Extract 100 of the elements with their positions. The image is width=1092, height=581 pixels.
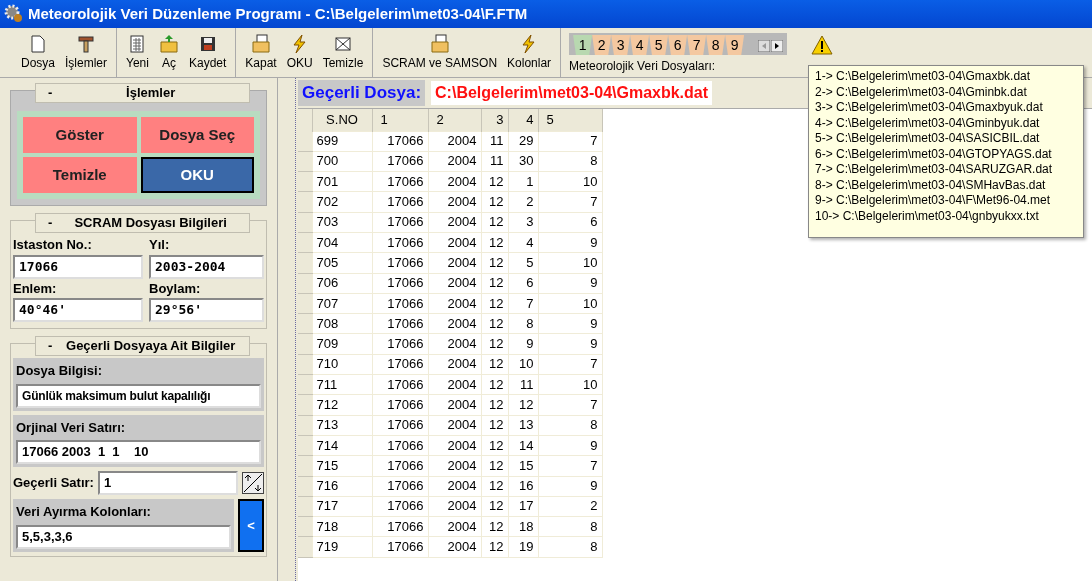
table-cell: 12 (481, 273, 508, 294)
table-cell: 6 (538, 212, 602, 233)
table-cell: 12 (481, 455, 508, 477)
input-field[interactable]: 1 (97, 471, 238, 495)
file-tab[interactable]: 6 (668, 35, 688, 55)
file-tab[interactable]: 3 (611, 35, 631, 55)
scroll-right-icon[interactable] (771, 40, 784, 52)
table-cell: 17066 (372, 252, 428, 274)
table-cell: 2004 (428, 415, 481, 436)
table-cell: 17066 (372, 536, 428, 558)
table-cell: 6 (508, 273, 538, 294)
file-tab[interactable]: 2 (592, 35, 612, 55)
file-tab[interactable]: 1 (573, 35, 593, 55)
table-cell: 712 (312, 394, 372, 416)
current-file-label: Geçerli Dosya: (298, 80, 426, 106)
input-field[interactable]: 29°56' (149, 298, 264, 322)
collapse-toggle[interactable]: - (48, 336, 53, 356)
table-cell: 9 (538, 476, 602, 497)
collapse-toggle[interactable]: - (48, 83, 53, 103)
file-tab[interactable]: 9 (725, 35, 745, 55)
table-cell: 2 (508, 191, 538, 213)
field-label: Veri Ayırma Kolonları: (16, 503, 152, 521)
column-header[interactable]: S.NO (312, 109, 372, 131)
table-cell: 714 (312, 435, 372, 456)
input-field[interactable]: 17066 2003 1 1 10 (16, 440, 261, 464)
table-cell: 701 (312, 171, 372, 192)
table-cell: 2004 (428, 536, 481, 558)
toolbar-button[interactable]: İşlemler (60, 28, 113, 77)
table-cell: 703 (312, 212, 372, 233)
toolbar-button[interactable]: SCRAM ve SAMSON (377, 28, 503, 77)
column-header[interactable]: 2 (428, 109, 481, 131)
table-cell: 710 (312, 354, 372, 375)
toolbar-button[interactable]: Kaydet (183, 28, 232, 77)
window-title: Meteorolojik Veri Düzenleme Programı - C:\Belgelerim\met03-04\F.FTM (28, 3, 528, 24)
file-tab[interactable]: 4 (630, 35, 650, 55)
file-tab[interactable]: 7 (687, 35, 707, 55)
action-button[interactable]: OKU (140, 157, 254, 193)
table-cell: 12 (481, 232, 508, 253)
warning-icon[interactable] (811, 35, 834, 55)
tooltip-line: 9-> C:\Belgelerim\met03-04\F\Met96-04.met (815, 193, 1052, 209)
toolbar-button[interactable]: Dosya (16, 28, 60, 77)
table-cell: 9 (538, 333, 602, 355)
action-button[interactable]: Temizle (23, 157, 137, 193)
table-cell: 12 (481, 516, 508, 537)
table-cell: 10 (538, 374, 602, 395)
table-cell: 2004 (428, 455, 481, 477)
table-cell: 29 (508, 131, 538, 152)
open-folder-icon (158, 33, 179, 54)
input-field[interactable]: 5,5,3,3,6 (16, 524, 231, 549)
table-cell: 2004 (428, 191, 481, 213)
input-field[interactable]: 40°46' (13, 298, 143, 322)
tooltip-line: 2-> C:\Belgelerim\met03-04\Gminbk.dat (815, 84, 1028, 100)
table-cell: 700 (312, 151, 372, 172)
column-header[interactable]: 3 (481, 109, 508, 131)
column-header[interactable]: 4 (508, 109, 538, 131)
input-field[interactable]: 2003-2004 (149, 254, 264, 279)
field-label: Orjinal Veri Satırı: (16, 418, 127, 437)
file-tabs-caption: Meteorolojik Veri Dosyaları: (569, 58, 717, 75)
apply-button[interactable]: < (238, 499, 264, 552)
group-header[interactable]: - SCRAM Dosyası Bilgileri (35, 213, 250, 233)
input-field[interactable]: 17066 (13, 254, 143, 279)
table-cell: 718 (312, 516, 372, 537)
column-header[interactable]: 5 (538, 109, 602, 131)
table-cell: 707 (312, 293, 372, 314)
table-cell: 10 (538, 293, 602, 314)
toolbar-button[interactable]: Kolonlar (502, 28, 557, 77)
toolbar-button[interactable]: Yeni (121, 28, 154, 77)
table-cell: 5 (508, 252, 538, 274)
table-cell: 716 (312, 476, 372, 497)
table-cell: 10 (538, 171, 602, 192)
table-cell: 17066 (372, 191, 428, 213)
toolbar-button[interactable]: Temizle (317, 28, 369, 77)
toolbar-button[interactable]: Kapat (240, 28, 282, 77)
table-cell: 3 (508, 212, 538, 233)
group-header[interactable]: - Geçerli Dosyaya Ait Bilgiler (35, 336, 250, 356)
field-label: Geçerli Satır: (13, 474, 94, 493)
table-cell: 2004 (428, 212, 481, 233)
tooltip-line: 3-> C:\Belgelerim\met03-04\Gmaxbyuk.dat (815, 100, 1044, 116)
table-cell: 17066 (372, 374, 428, 395)
sort-arrows-icon[interactable] (242, 472, 264, 494)
column-header[interactable]: 1 (372, 109, 428, 131)
page-icon (28, 33, 48, 54)
collapse-toggle[interactable]: - (48, 213, 53, 233)
table-cell: 15 (508, 455, 538, 477)
input-field[interactable]: Günlük maksimum bulut kapalılığı (16, 383, 261, 408)
file-tab[interactable]: 5 (649, 35, 669, 55)
group-header[interactable]: - İşlemler (35, 83, 250, 103)
action-button[interactable]: Göster (23, 117, 137, 153)
table-cell: 2004 (428, 171, 481, 192)
file-tab[interactable]: 8 (706, 35, 726, 55)
table-cell: 10 (538, 252, 602, 274)
table-cell: 12 (481, 536, 508, 558)
table-cell: 2 (538, 496, 602, 517)
table-cell: 12 (481, 212, 508, 233)
table-cell: 17066 (372, 171, 428, 192)
table-cell: 2004 (428, 151, 481, 172)
table-cell: 7 (508, 293, 538, 314)
action-button[interactable]: Dosya Seç (140, 117, 254, 153)
toolbar-button[interactable]: Aç (153, 28, 184, 77)
toolbar-button[interactable]: OKU (281, 28, 318, 77)
